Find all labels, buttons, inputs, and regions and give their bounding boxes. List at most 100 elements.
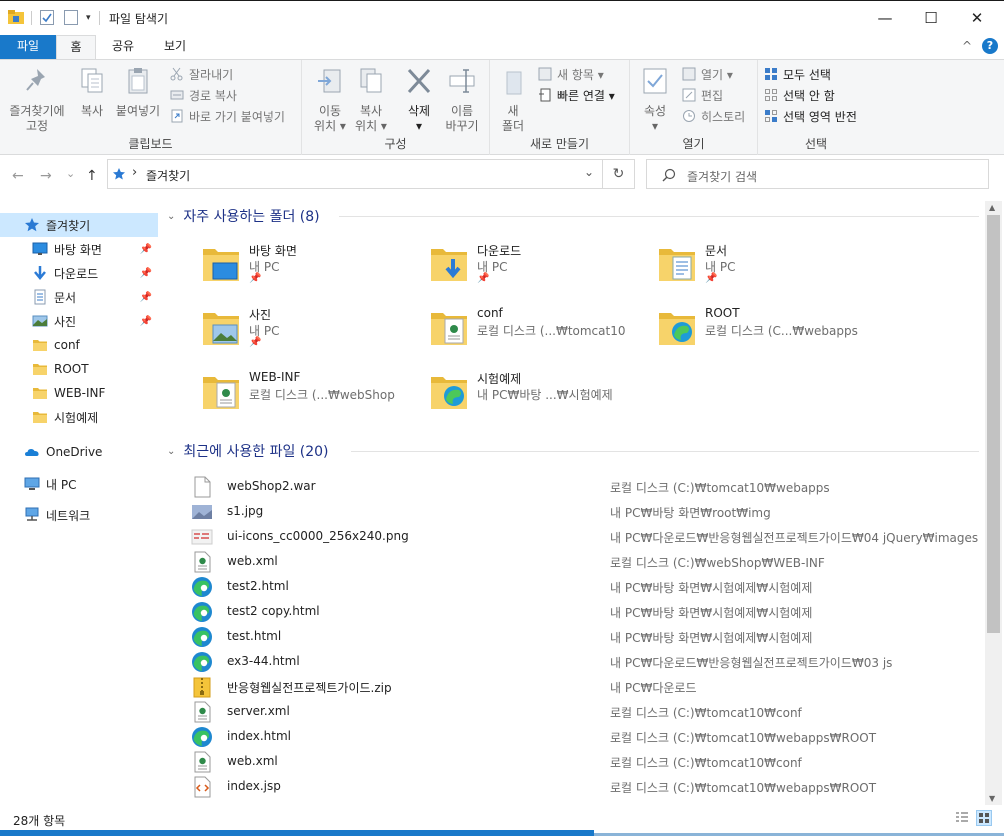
sidebar-item-2[interactable]: 바탕 화면 📌 (0, 237, 158, 261)
details-view-icon[interactable] (955, 811, 969, 825)
tab-view[interactable]: 보기 (152, 35, 198, 59)
paste-shortcut-button[interactable]: 바로 가기 붙여넣기 (170, 106, 285, 126)
select-group: 모두 선택 선택 안 함 선택 영역 반전 선택 (758, 60, 874, 155)
recent-file-row[interactable]: ex3-44.html 내 PC₩다운로드₩반응형웹실전프로젝트가이드₩03 j… (191, 649, 981, 674)
minimize-button[interactable]: — (862, 1, 908, 35)
frequent-folder-tile[interactable]: ROOT 로컬 디스크 (C...₩webapps (657, 305, 877, 365)
pin-icon (26, 69, 45, 91)
group-label-select: 선택 (804, 137, 828, 151)
sidebar-item-5[interactable]: 사진 📌 (0, 309, 158, 333)
recent-file-row[interactable]: test2.html 내 PC₩바탕 화면₩시험예제₩시험예제 (191, 574, 981, 599)
desktop-folder-icon (203, 249, 239, 281)
frequent-folder-tile[interactable]: 다운로드 내 PC 📌 (429, 241, 649, 301)
sidebar-item-label: 사진 (54, 314, 77, 329)
frequent-folders-header[interactable]: ⌄ 자주 사용하는 폴더 (8) (167, 206, 320, 226)
sidebar-item-3[interactable]: 다운로드 📌 (0, 261, 158, 285)
back-button[interactable]: ← (12, 168, 24, 184)
frequent-folder-tile[interactable]: 문서 내 PC 📌 (657, 241, 877, 301)
edit-button[interactable]: 편집 (682, 85, 723, 105)
frequent-folder-tile[interactable]: 사진 내 PC 📌 (201, 305, 421, 365)
sidebar-item-4[interactable]: 문서 📌 (0, 285, 158, 309)
close-button[interactable]: ✕ (954, 1, 1000, 35)
recent-file-row[interactable]: web.xml 로컬 디스크 (C:)₩tomcat10₩conf (191, 749, 981, 774)
explorer-folder-icon[interactable] (8, 10, 24, 24)
scrollbar-thumb[interactable] (987, 215, 1000, 633)
new-item-button[interactable]: 새 항목 ▾ (538, 64, 604, 84)
frequent-folder-tile[interactable]: WEB-INF 로컬 디스크 (...₩webShop (201, 369, 421, 429)
recent-file-row[interactable]: server.xml 로컬 디스크 (C:)₩tomcat10₩conf (191, 699, 981, 724)
collapse-ribbon-icon[interactable]: ^ (962, 39, 972, 53)
frequent-folder-tile[interactable]: conf 로컬 디스크 (...₩tomcat10 (429, 305, 649, 365)
forward-button[interactable]: → (40, 168, 52, 184)
tab-home[interactable]: 홈 (56, 35, 96, 60)
tab-file[interactable]: 파일 (0, 35, 56, 59)
frequent-folder-tile[interactable]: 시험예제 내 PC₩바탕 ...₩시험예제 (429, 369, 649, 429)
invert-selection-button[interactable]: 선택 영역 반전 (764, 106, 857, 126)
new-folder-button[interactable]: 새 폴더 (494, 66, 532, 134)
search-box[interactable]: 즐겨찾기 검색 (646, 159, 989, 189)
recent-file-row[interactable]: index.html 로컬 디스크 (C:)₩tomcat10₩webapps₩… (191, 724, 981, 749)
properties-icon[interactable] (40, 10, 54, 25)
window-title: 파일 탐색기 (109, 12, 169, 26)
search-icon (662, 168, 676, 182)
nav-item-network[interactable]: 네트워크 (0, 503, 158, 527)
copy-path-button[interactable]: 경로 복사 (170, 85, 237, 105)
maximize-button[interactable]: ☐ (908, 1, 954, 35)
recent-file-row[interactable]: web.xml 로컬 디스크 (C:)₩webShop₩WEB-INF (191, 549, 981, 574)
scroll-up-icon[interactable]: ▲ (989, 203, 995, 212)
pinned-icon: 📌 (249, 337, 262, 348)
customize-qa-icon[interactable]: ▾ (86, 13, 91, 23)
easy-access-button[interactable]: 빠른 연결 ▾ (538, 85, 615, 105)
scroll-down-icon[interactable]: ▼ (989, 794, 995, 803)
address-box[interactable]: › 즐겨찾기 ⌄ (107, 159, 603, 189)
move-to-button[interactable]: 이동 위치 ▾ (310, 66, 350, 134)
nav-item-onedrive[interactable]: OneDrive (0, 440, 158, 464)
file-path: 내 PC₩다운로드₩반응형웹실전프로젝트가이드₩03 js (610, 656, 893, 670)
recent-file-row[interactable]: test.html 내 PC₩바탕 화면₩시험예제₩시험예제 (191, 624, 981, 649)
address-dropdown-icon[interactable]: ⌄ (584, 165, 594, 179)
recent-file-row[interactable]: ui-icons_cc0000_256x240.png 내 PC₩다운로드₩반응… (191, 524, 981, 549)
recent-locations-button[interactable]: ⌄ (66, 167, 75, 180)
frequent-folder-tile[interactable]: 바탕 화면 내 PC 📌 (201, 241, 421, 301)
folder-icon (33, 388, 47, 399)
sidebar-item-7[interactable]: ROOT (0, 357, 158, 381)
copy-button[interactable]: 복사 (74, 66, 110, 119)
new-folder-qa-icon[interactable] (64, 10, 78, 25)
sidebar-item-6[interactable]: conf (0, 333, 158, 357)
quick-access-toolbar (8, 10, 24, 24)
breadcrumb-quick-access[interactable]: 즐겨찾기 (146, 167, 190, 184)
select-all-button[interactable]: 모두 선택 (764, 64, 831, 84)
large-icons-view-icon[interactable] (976, 810, 992, 826)
folder-name: 문서 (705, 244, 728, 258)
edge-icon (192, 727, 212, 747)
pin-quick-access-button[interactable]: 즐겨찾기에 고정 (2, 66, 72, 134)
recent-file-row[interactable]: test2 copy.html 내 PC₩바탕 화면₩시험예제₩시험예제 (191, 599, 981, 624)
properties-button[interactable]: 속성 ▾ (636, 66, 674, 134)
select-none-button[interactable]: 선택 안 함 (764, 85, 835, 105)
tab-share[interactable]: 공유 (100, 35, 146, 59)
open-button[interactable]: 열기 ▾ (682, 64, 733, 84)
vertical-scrollbar[interactable]: ▲ ▼ (985, 201, 1002, 805)
copy-to-button[interactable]: 복사 위치 ▾ (350, 66, 392, 134)
help-icon[interactable]: ? (982, 38, 998, 54)
recent-file-row[interactable]: s1.jpg 내 PC₩바탕 화면₩root₩img (191, 499, 981, 524)
paste-button[interactable]: 붙여넣기 (112, 66, 164, 119)
document-folder-icon (659, 249, 695, 281)
sidebar-item-1[interactable]: 즐겨찾기 (0, 213, 158, 237)
up-button[interactable]: ↑ (86, 168, 98, 184)
edge-folder-icon (431, 377, 467, 409)
recent-file-row[interactable]: webShop2.war 로컬 디스크 (C:)₩tomcat10₩webapp… (191, 474, 981, 499)
recent-file-row[interactable]: 반응형웹실전프로젝트가이드.zip 내 PC₩다운로드 (191, 674, 981, 699)
picture-folder-icon (203, 313, 239, 345)
delete-button[interactable]: 삭제 ▾ (400, 66, 438, 134)
recent-file-row[interactable]: index.jsp 로컬 디스크 (C:)₩tomcat10₩webapps₩R… (191, 774, 981, 799)
sidebar-item-9[interactable]: 시험예제 (0, 405, 158, 429)
refresh-button[interactable]: ↻ (603, 159, 635, 189)
cut-button[interactable]: 잘라내기 (170, 64, 233, 84)
rename-button[interactable]: 이름 바꾸기 (440, 66, 484, 134)
scissors-icon (170, 67, 183, 81)
history-button[interactable]: 히스토리 (682, 106, 745, 126)
recent-files-header[interactable]: ⌄ 최근에 사용한 파일 (20) (167, 441, 329, 461)
sidebar-item-8[interactable]: WEB-INF (0, 381, 158, 405)
nav-item-this-pc[interactable]: 내 PC (0, 472, 158, 496)
